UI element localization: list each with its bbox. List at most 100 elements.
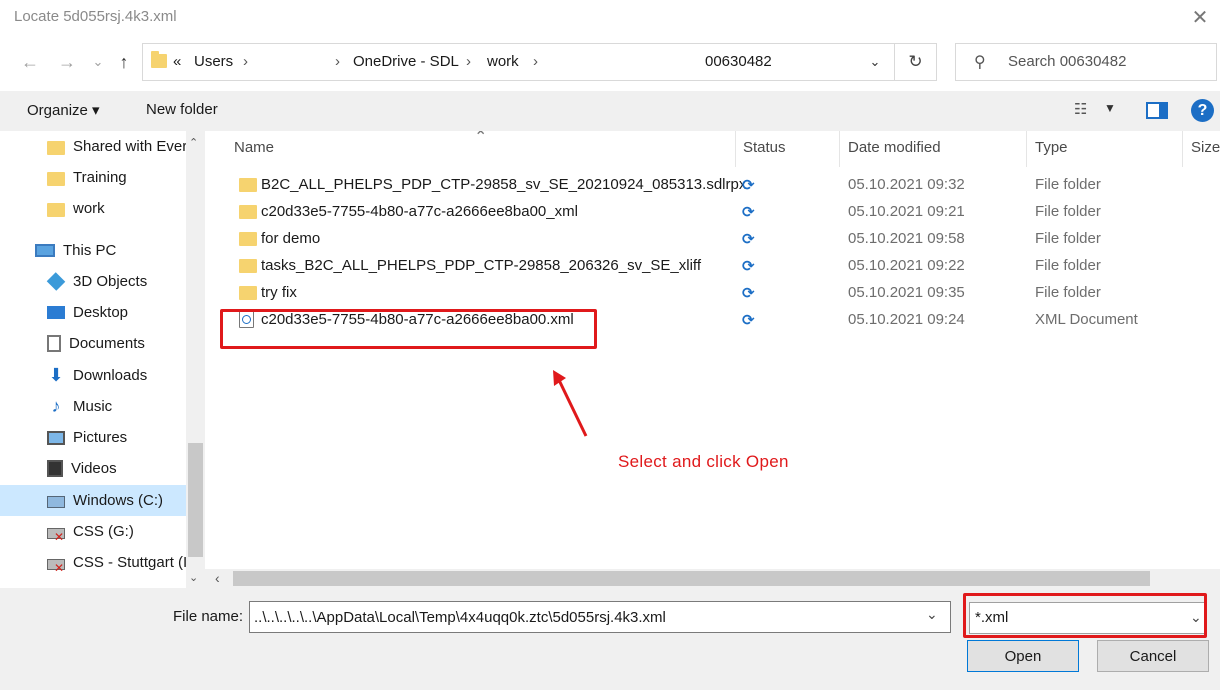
file-date: 05.10.2021 09:58 — [848, 230, 965, 247]
recent-locations-button[interactable]: ⌄ — [86, 50, 110, 74]
column-header-size[interactable]: Size — [1191, 139, 1220, 156]
up-button[interactable]: ↑ — [112, 50, 136, 74]
preview-pane-icon[interactable] — [1146, 102, 1168, 119]
column-divider[interactable] — [1182, 131, 1183, 167]
file-list-hscrollbar[interactable]: ‹ — [205, 569, 1220, 588]
file-row[interactable]: tasks_B2C_ALL_PHELPS_PDP_CTP-29858_20632… — [223, 254, 1213, 281]
sidebar-item-downloads[interactable]: ⬇ Downloads — [0, 360, 186, 391]
annotation-arrow — [553, 370, 588, 437]
file-type: XML Document — [1035, 311, 1138, 328]
file-name: for demo — [261, 230, 321, 247]
breadcrumb-separator[interactable]: › — [335, 53, 340, 70]
help-icon[interactable]: ? — [1191, 99, 1214, 122]
videos-icon — [47, 460, 63, 477]
file-type: File folder — [1035, 176, 1101, 193]
column-header-status[interactable]: Status — [743, 139, 786, 156]
scrollbar-thumb[interactable] — [233, 571, 1150, 586]
breadcrumb-work[interactable]: work — [487, 53, 519, 70]
file-name-label: File name: — [173, 608, 244, 625]
folder-icon — [239, 286, 257, 300]
sidebar-item-css-g[interactable]: CSS (G:) — [0, 516, 186, 547]
navigation-pane-scrollbar[interactable]: ⌃ ⌄ — [186, 131, 205, 588]
sidebar-item-desktop[interactable]: Desktop — [0, 297, 186, 328]
search-icon: ⚲ — [974, 54, 986, 71]
sidebar-item-label: This PC — [63, 242, 117, 259]
column-header-date-modified[interactable]: Date modified — [848, 139, 941, 156]
breadcrumb-users[interactable]: Users — [194, 53, 233, 70]
sidebar-item-music[interactable]: ♪ Music — [0, 391, 186, 422]
file-type: File folder — [1035, 284, 1101, 301]
sidebar-item-documents[interactable]: Documents — [0, 328, 186, 359]
file-type: File folder — [1035, 257, 1101, 274]
scroll-up-icon[interactable]: ⌃ — [189, 136, 198, 149]
forward-button[interactable]: → — [55, 50, 79, 74]
scrollbar-thumb[interactable] — [188, 443, 203, 557]
back-button[interactable]: ← — [18, 50, 42, 74]
cancel-button[interactable]: Cancel — [1097, 640, 1209, 672]
up-arrow-icon: ↑ — [119, 51, 129, 72]
view-options-icon[interactable]: ☷ — [1074, 100, 1087, 118]
address-dropdown-icon[interactable]: ⌄ — [863, 52, 887, 72]
column-header-type[interactable]: Type — [1035, 139, 1068, 156]
title-bar: Locate 5d055rsj.4k3.xml ✕ — [0, 0, 1220, 36]
sidebar-item-label: Music — [73, 398, 113, 415]
file-name: c20d33e5-7755-4b80-a77c-a2666ee8ba00_xml — [261, 203, 578, 220]
sidebar-item-training[interactable]: Training — [0, 162, 186, 193]
highlight-box-filter — [963, 593, 1207, 638]
sidebar-item-label: Windows (C:) — [73, 492, 164, 509]
open-button[interactable]: Open — [967, 640, 1079, 672]
sync-status-icon: ⟳ — [742, 312, 755, 329]
sidebar-item-label: 3D Objects — [73, 273, 148, 290]
sidebar-item-css-stuttgart[interactable]: CSS - Stuttgart (I — [0, 547, 186, 578]
scroll-down-icon[interactable]: ⌄ — [189, 571, 198, 584]
search-placeholder: Search 00630482 — [1008, 53, 1127, 70]
breadcrumb-separator[interactable]: › — [243, 53, 248, 70]
annotation-text: Select and click Open — [618, 452, 789, 471]
refresh-button[interactable]: ↻ — [895, 43, 937, 81]
file-row[interactable]: try fix ⟳ 05.10.2021 09:35 File folder — [223, 281, 1213, 308]
sidebar-item-shared[interactable]: Shared with Ever — [0, 131, 186, 162]
sidebar-item-videos[interactable]: Videos — [0, 453, 186, 484]
sidebar-item-this-pc[interactable]: This PC — [0, 235, 186, 266]
file-name-input[interactable] — [249, 601, 951, 633]
file-row[interactable]: for demo ⟳ 05.10.2021 09:58 File folder — [223, 227, 1213, 254]
sync-status-icon: ⟳ — [742, 177, 755, 194]
sidebar-item-label: CSS (G:) — [73, 523, 134, 540]
command-toolbar: Organize ▾ New folder ☷ ▼ ? — [0, 91, 1220, 131]
breadcrumb-onedrive[interactable]: OneDrive - SDL — [353, 53, 459, 70]
file-row[interactable]: c20d33e5-7755-4b80-a77c-a2666ee8ba00_xml… — [223, 200, 1213, 227]
breadcrumb-separator[interactable]: › — [533, 53, 538, 70]
this-pc-icon — [35, 244, 55, 257]
breadcrumb-overflow[interactable]: « — [173, 53, 181, 70]
column-divider[interactable] — [735, 131, 736, 167]
scroll-left-icon[interactable]: ‹ — [215, 570, 220, 586]
file-row[interactable]: B2C_ALL_PHELPS_PDP_CTP-29858_sv_SE_20210… — [223, 173, 1213, 200]
breadcrumb-current[interactable]: 00630482 — [705, 53, 772, 70]
file-name: tasks_B2C_ALL_PHELPS_PDP_CTP-29858_20632… — [261, 257, 701, 274]
sidebar-item-work[interactable]: work — [0, 193, 186, 224]
navigation-pane: Shared with Ever Training work This PC 3… — [0, 131, 205, 588]
sidebar-item-windows-c[interactable]: Windows (C:) — [0, 485, 186, 516]
address-bar[interactable]: « Users › › OneDrive - SDL › work › 0063… — [142, 43, 895, 81]
folder-icon — [151, 51, 167, 68]
close-button[interactable]: ✕ — [1180, 0, 1220, 34]
breadcrumb-separator[interactable]: › — [466, 53, 471, 70]
sync-status-icon: ⟳ — [742, 285, 755, 302]
sidebar-item-label: Shared with Ever — [73, 138, 186, 155]
file-date: 05.10.2021 09:32 — [848, 176, 965, 193]
folder-icon — [239, 178, 257, 192]
column-divider[interactable] — [839, 131, 840, 167]
highlight-box-file — [220, 309, 597, 349]
folder-icon — [47, 140, 65, 155]
search-input[interactable]: ⚲ Search 00630482 — [955, 43, 1217, 81]
view-dropdown-icon[interactable]: ▼ — [1104, 101, 1116, 115]
new-folder-button[interactable]: New folder — [146, 101, 218, 118]
chevron-down-icon[interactable]: ⌄ — [926, 606, 938, 623]
organize-button[interactable]: Organize ▾ — [27, 101, 100, 119]
folder-icon — [47, 202, 65, 217]
sidebar-item-pictures[interactable]: Pictures — [0, 422, 186, 453]
sidebar-item-3d-objects[interactable]: 3D Objects — [0, 266, 186, 297]
folder-icon — [239, 259, 257, 273]
column-header-name[interactable]: Name — [234, 139, 274, 156]
column-divider[interactable] — [1026, 131, 1027, 167]
